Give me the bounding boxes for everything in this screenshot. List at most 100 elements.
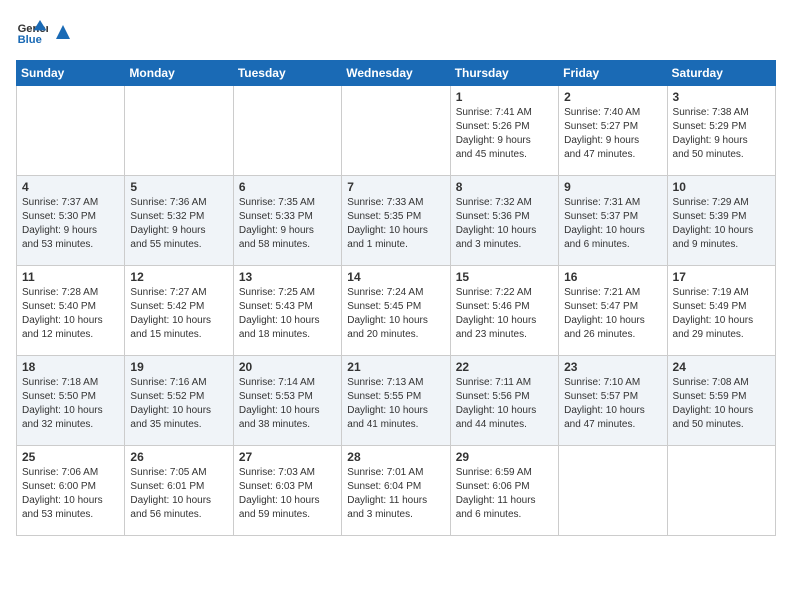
- week-row-2: 4 Sunrise: 7:37 AM Sunset: 5:30 PM Daylig…: [17, 176, 776, 266]
- calendar-cell: 17Sunrise: 7:19 AM Sunset: 5:49 PM Dayli…: [667, 266, 775, 356]
- day-number: 20: [239, 360, 336, 374]
- calendar-cell: 20 Sunrise: 7:14 AM Sunset: 5:53 PM Dayli…: [233, 356, 341, 446]
- day-number: 2: [564, 90, 661, 104]
- day-info: Sunrise: 7:16 AM Sunset: 5:52 PM Dayligh…: [130, 376, 227, 432]
- calendar-cell: [342, 86, 450, 176]
- day-info: Sunrise: 7:11 AM Sunset: 5:56 PM Dayligh…: [456, 376, 553, 432]
- day-number: 29: [456, 450, 553, 464]
- day-info: Sunrise: 7:37 AM Sunset: 5:30 PM Dayligh…: [22, 196, 119, 252]
- calendar-cell: 23 Sunrise: 7:10 AM Sunset: 5:57 PM Dayli…: [559, 356, 667, 446]
- header-tuesday: Tuesday: [233, 61, 341, 86]
- day-info: Sunrise: 7:31 AM Sunset: 5:37 PM Dayligh…: [564, 196, 661, 252]
- calendar-cell: 3 Sunrise: 7:38 AM Sunset: 5:29 PM Daylig…: [667, 86, 775, 176]
- day-number: 16: [564, 270, 661, 284]
- calendar-cell: 18Sunrise: 7:18 AM Sunset: 5:50 PM Dayli…: [17, 356, 125, 446]
- header-sunday: Sunday: [17, 61, 125, 86]
- day-info: Sunrise: 7:33 AM Sunset: 5:35 PM Dayligh…: [347, 196, 444, 252]
- day-info: Sunrise: 7:06 AM Sunset: 6:00 PM Dayligh…: [22, 466, 119, 522]
- calendar-cell: [667, 446, 775, 536]
- header-friday: Friday: [559, 61, 667, 86]
- calendar-cell: [17, 86, 125, 176]
- calendar-cell: 19 Sunrise: 7:16 AM Sunset: 5:52 PM Dayli…: [125, 356, 233, 446]
- logo: General Blue: [16, 16, 72, 48]
- header-wednesday: Wednesday: [342, 61, 450, 86]
- day-number: 24: [673, 360, 770, 374]
- day-number: 4: [22, 180, 119, 194]
- day-info: Sunrise: 7:13 AM Sunset: 5:55 PM Dayligh…: [347, 376, 444, 432]
- day-info: Sunrise: 7:29 AM Sunset: 5:39 PM Dayligh…: [673, 196, 770, 252]
- calendar-cell: 13Sunrise: 7:25 AM Sunset: 5:43 PM Dayli…: [233, 266, 341, 356]
- calendar-cell: 15 Sunrise: 7:22 AM Sunset: 5:46 PM Dayli…: [450, 266, 558, 356]
- calendar-cell: 28 Sunrise: 7:01 AM Sunset: 6:04 PM Dayli…: [342, 446, 450, 536]
- day-number: 12: [130, 270, 227, 284]
- day-number: 28: [347, 450, 444, 464]
- day-info: Sunrise: 7:36 AM Sunset: 5:32 PM Dayligh…: [130, 196, 227, 252]
- day-number: 26: [130, 450, 227, 464]
- day-number: 5: [130, 180, 227, 194]
- day-info: Sunrise: 7:41 AM Sunset: 5:26 PM Dayligh…: [456, 106, 553, 162]
- day-number: 15: [456, 270, 553, 284]
- day-number: 7: [347, 180, 444, 194]
- calendar-cell: 7 Sunrise: 7:33 AM Sunset: 5:35 PM Daylig…: [342, 176, 450, 266]
- calendar-cell: 21 Sunrise: 7:13 AM Sunset: 5:55 PM Dayli…: [342, 356, 450, 446]
- day-number: 3: [673, 90, 770, 104]
- logo-icon: General Blue: [16, 16, 48, 48]
- calendar-cell: 6 Sunrise: 7:35 AM Sunset: 5:33 PM Daylig…: [233, 176, 341, 266]
- header-saturday: Saturday: [667, 61, 775, 86]
- day-info: Sunrise: 7:38 AM Sunset: 5:29 PM Dayligh…: [673, 106, 770, 162]
- calendar-header-row: SundayMondayTuesdayWednesdayThursdayFrid…: [17, 61, 776, 86]
- week-row-1: 1 Sunrise: 7:41 AM Sunset: 5:26 PM Daylig…: [17, 86, 776, 176]
- calendar-cell: 8 Sunrise: 7:32 AM Sunset: 5:36 PM Daylig…: [450, 176, 558, 266]
- day-info: Sunrise: 7:40 AM Sunset: 5:27 PM Dayligh…: [564, 106, 661, 162]
- day-number: 22: [456, 360, 553, 374]
- page-header: General Blue: [16, 16, 776, 48]
- day-info: Sunrise: 6:59 AM Sunset: 6:06 PM Dayligh…: [456, 466, 553, 522]
- day-info: Sunrise: 7:32 AM Sunset: 5:36 PM Dayligh…: [456, 196, 553, 252]
- day-info: Sunrise: 7:35 AM Sunset: 5:33 PM Dayligh…: [239, 196, 336, 252]
- day-info: Sunrise: 7:22 AM Sunset: 5:46 PM Dayligh…: [456, 286, 553, 342]
- calendar-cell: 1 Sunrise: 7:41 AM Sunset: 5:26 PM Daylig…: [450, 86, 558, 176]
- day-number: 8: [456, 180, 553, 194]
- calendar-cell: 12 Sunrise: 7:27 AM Sunset: 5:42 PM Dayli…: [125, 266, 233, 356]
- day-info: Sunrise: 7:01 AM Sunset: 6:04 PM Dayligh…: [347, 466, 444, 522]
- svg-text:Blue: Blue: [18, 34, 42, 46]
- day-info: Sunrise: 7:28 AM Sunset: 5:40 PM Dayligh…: [22, 286, 119, 342]
- header-thursday: Thursday: [450, 61, 558, 86]
- day-number: 21: [347, 360, 444, 374]
- calendar-cell: 5 Sunrise: 7:36 AM Sunset: 5:32 PM Daylig…: [125, 176, 233, 266]
- day-info: Sunrise: 7:03 AM Sunset: 6:03 PM Dayligh…: [239, 466, 336, 522]
- calendar-table: SundayMondayTuesdayWednesdayThursdayFrid…: [16, 60, 776, 536]
- week-row-4: 18Sunrise: 7:18 AM Sunset: 5:50 PM Dayli…: [17, 356, 776, 446]
- week-row-5: 25 Sunrise: 7:06 AM Sunset: 6:00 PM Dayli…: [17, 446, 776, 536]
- day-info: Sunrise: 7:19 AM Sunset: 5:49 PM Dayligh…: [673, 286, 770, 342]
- day-info: Sunrise: 7:08 AM Sunset: 5:59 PM Dayligh…: [673, 376, 770, 432]
- day-info: Sunrise: 7:21 AM Sunset: 5:47 PM Dayligh…: [564, 286, 661, 342]
- day-info: Sunrise: 7:24 AM Sunset: 5:45 PM Dayligh…: [347, 286, 444, 342]
- day-info: Sunrise: 7:05 AM Sunset: 6:01 PM Dayligh…: [130, 466, 227, 522]
- day-number: 25: [22, 450, 119, 464]
- day-number: 23: [564, 360, 661, 374]
- day-number: 9: [564, 180, 661, 194]
- header-monday: Monday: [125, 61, 233, 86]
- calendar-cell: 26 Sunrise: 7:05 AM Sunset: 6:01 PM Dayli…: [125, 446, 233, 536]
- calendar-cell: 24 Sunrise: 7:08 AM Sunset: 5:59 PM Dayli…: [667, 356, 775, 446]
- day-info: Sunrise: 7:14 AM Sunset: 5:53 PM Dayligh…: [239, 376, 336, 432]
- calendar-cell: [125, 86, 233, 176]
- day-number: 18: [22, 360, 119, 374]
- calendar-cell: 9 Sunrise: 7:31 AM Sunset: 5:37 PM Daylig…: [559, 176, 667, 266]
- week-row-3: 11 Sunrise: 7:28 AM Sunset: 5:40 PM Dayli…: [17, 266, 776, 356]
- calendar-cell: 2 Sunrise: 7:40 AM Sunset: 5:27 PM Daylig…: [559, 86, 667, 176]
- calendar-cell: 16 Sunrise: 7:21 AM Sunset: 5:47 PM Dayli…: [559, 266, 667, 356]
- calendar-cell: 27Sunrise: 7:03 AM Sunset: 6:03 PM Dayli…: [233, 446, 341, 536]
- calendar-cell: 22 Sunrise: 7:11 AM Sunset: 5:56 PM Dayli…: [450, 356, 558, 446]
- day-number: 1: [456, 90, 553, 104]
- calendar-cell: 10Sunrise: 7:29 AM Sunset: 5:39 PM Dayli…: [667, 176, 775, 266]
- logo-triangle-icon: [54, 23, 72, 41]
- day-number: 19: [130, 360, 227, 374]
- calendar-cell: 29 Sunrise: 6:59 AM Sunset: 6:06 PM Dayli…: [450, 446, 558, 536]
- day-number: 11: [22, 270, 119, 284]
- day-info: Sunrise: 7:27 AM Sunset: 5:42 PM Dayligh…: [130, 286, 227, 342]
- calendar-cell: [233, 86, 341, 176]
- day-info: Sunrise: 7:10 AM Sunset: 5:57 PM Dayligh…: [564, 376, 661, 432]
- day-number: 6: [239, 180, 336, 194]
